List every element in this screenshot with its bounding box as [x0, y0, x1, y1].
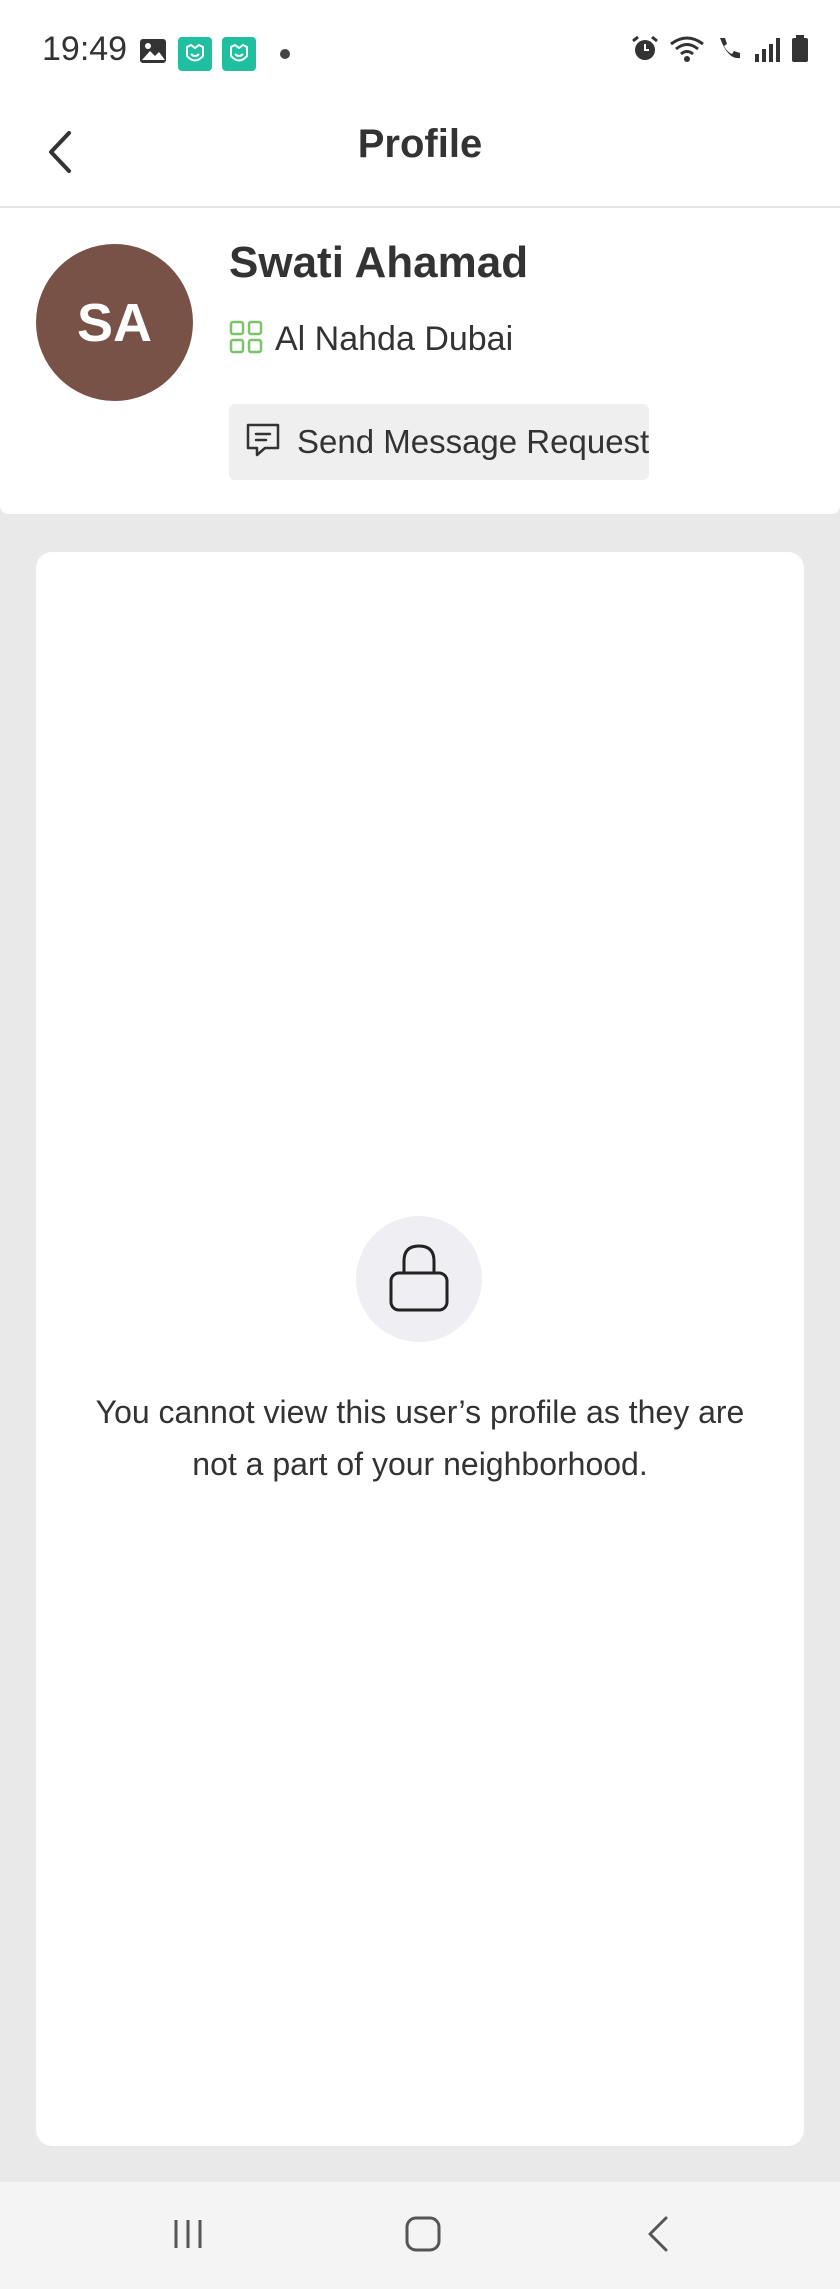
system-nav-bar	[0, 2182, 840, 2289]
app-notification-icon	[222, 36, 256, 71]
home-button[interactable]	[393, 2208, 453, 2264]
profile-header: SA Swati Ahamad Al Nahda Dubai Send Mess…	[0, 208, 840, 514]
wifi-calling-icon	[714, 34, 744, 69]
home-icon	[403, 2214, 443, 2259]
more-notifications-dot-icon	[280, 48, 290, 59]
gallery-icon	[138, 36, 168, 71]
lock-badge	[356, 1216, 482, 1342]
locked-profile-message: You cannot view this user’s profile as t…	[95, 1394, 745, 1482]
avatar-initials: SA	[76, 292, 152, 353]
send-message-request-label: Send Message Request	[297, 423, 650, 460]
signal-icon	[752, 34, 782, 69]
avatar: SA	[36, 244, 193, 401]
user-name: Swati Ahamad	[229, 238, 529, 287]
chat-bubble-icon	[245, 422, 281, 463]
location-text: Al Nahda Dubai	[275, 320, 514, 358]
user-location: Al Nahda Dubai	[229, 320, 513, 359]
app-notification-icon	[178, 36, 212, 71]
page-title: Profile	[357, 122, 483, 166]
recents-button[interactable]	[158, 2208, 218, 2264]
wifi-icon	[668, 34, 706, 69]
status-time: 19:49	[42, 30, 128, 68]
lock-icon	[388, 1241, 450, 1318]
status-bar: 19:49	[0, 0, 840, 104]
recents-icon	[168, 2214, 208, 2259]
grid-icon	[229, 320, 263, 359]
app-bar: Profile	[0, 104, 840, 208]
profile-content-card: You cannot view this user’s profile as t…	[36, 552, 804, 2146]
battery-icon	[790, 34, 810, 69]
system-status-icons	[630, 34, 810, 69]
send-message-request-button[interactable]: Send Message Request	[229, 404, 649, 480]
notification-icons	[138, 36, 290, 71]
alarm-icon	[630, 34, 660, 69]
system-back-button[interactable]	[628, 2208, 688, 2264]
back-icon	[638, 2214, 678, 2259]
